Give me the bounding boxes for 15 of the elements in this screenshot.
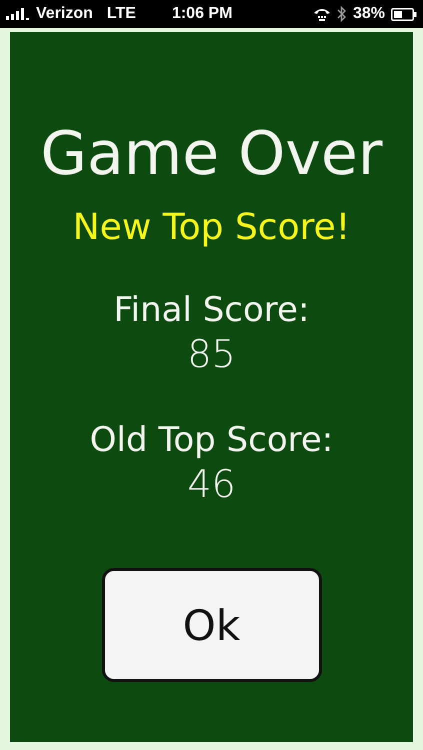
network-type: LTE xyxy=(106,5,136,23)
clock-time: 1:06 PM xyxy=(172,5,232,23)
battery-percent: 38% xyxy=(352,5,385,23)
battery-icon xyxy=(391,8,417,20)
tty-icon xyxy=(312,7,331,21)
dialog-subtitle: New Top Score! xyxy=(72,206,350,250)
result-value: 85 xyxy=(187,332,236,376)
carrier-name: Verizon xyxy=(36,5,93,23)
ok-button[interactable]: Ok xyxy=(102,568,322,682)
result-value: 46 xyxy=(187,462,236,506)
signal-icon xyxy=(6,8,32,20)
bluetooth-icon xyxy=(336,6,347,22)
result-label: Old Top Score: xyxy=(90,419,334,462)
result-label: Final Score: xyxy=(114,289,310,332)
dialog-title: Game Over xyxy=(40,118,382,191)
